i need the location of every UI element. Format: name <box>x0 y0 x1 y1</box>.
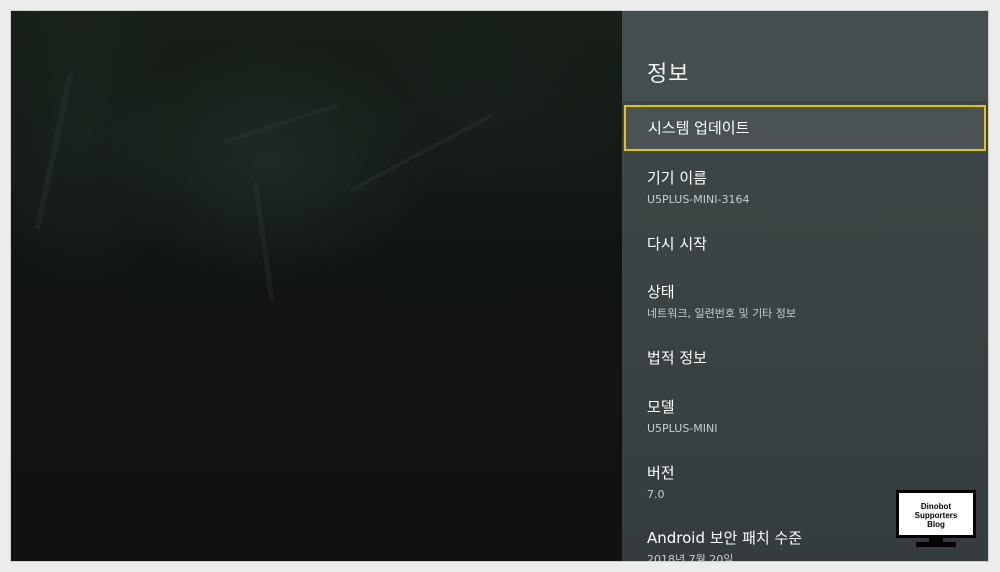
watermark-text: Dinobot Supporters Blog <box>903 502 969 529</box>
monitor-icon: Dinobot Supporters Blog <box>896 490 976 538</box>
menu-item-label: 다시 시작 <box>647 235 707 253</box>
menu-item-value: U5PLUS-MINI-3164 <box>647 193 750 206</box>
blog-watermark-logo: Dinobot Supporters Blog <box>896 490 976 548</box>
wallpaper-branch <box>252 181 275 301</box>
settings-panel: 정보 시스템 업데이트 기기 이름 U5PLUS-MINI-3164 다시 시작… <box>622 11 988 562</box>
menu-item-value: U5PLUS-MINI <box>647 422 718 435</box>
menu-item-value: 네트워크, 일련번호 및 기타 정보 <box>647 307 797 320</box>
menu-item-label: 기기 이름 <box>647 169 707 187</box>
menu-item-model[interactable]: 모델 U5PLUS-MINI <box>622 398 988 436</box>
watermark-line: Blog <box>927 520 945 529</box>
menu-item-label: 법적 정보 <box>647 349 707 367</box>
watermark-line: Supporters <box>914 511 958 520</box>
wallpaper-branch <box>349 113 493 193</box>
watermark-line: Dinobot <box>920 502 952 511</box>
menu-item-value: 2018년 7월 20일 <box>647 553 734 562</box>
menu-item-restart[interactable]: 다시 시작 <box>622 235 988 253</box>
menu-item-legal-info[interactable]: 법적 정보 <box>622 349 988 367</box>
menu-item-label: 상태 <box>647 283 675 301</box>
panel-header: 정보 <box>622 11 988 101</box>
monitor-stand <box>916 542 956 547</box>
menu-item-label: 버전 <box>647 464 675 482</box>
menu-item-status[interactable]: 상태 네트워크, 일련번호 및 기타 정보 <box>622 283 988 321</box>
menu-item-label: 모델 <box>647 398 675 416</box>
wallpaper-branch <box>34 72 74 230</box>
menu-item-device-name[interactable]: 기기 이름 U5PLUS-MINI-3164 <box>622 169 988 207</box>
background-wallpaper <box>11 11 622 561</box>
menu-item-label: 시스템 업데이트 <box>648 119 750 137</box>
menu-item-system-update[interactable]: 시스템 업데이트 <box>624 105 986 151</box>
wallpaper-branch <box>223 102 339 145</box>
tv-screen: 정보 시스템 업데이트 기기 이름 U5PLUS-MINI-3164 다시 시작… <box>10 10 989 562</box>
page-title: 정보 <box>647 62 690 87</box>
